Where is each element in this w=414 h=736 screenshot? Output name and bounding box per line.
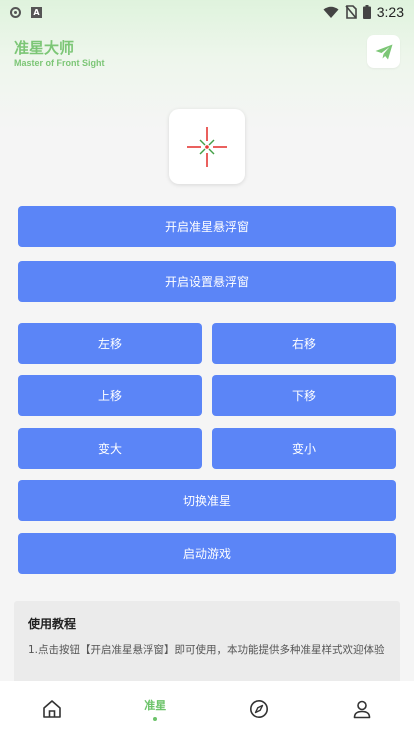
tutorial-text: 1.点击按钮【开启准星悬浮窗】即可使用，本功能提供多种准星样式欢迎体验 — [28, 644, 385, 656]
switch-crosshair-button[interactable]: 切换准星 — [18, 480, 396, 521]
app-subtitle: Master of Front Sight — [14, 58, 105, 68]
crosshair-preview[interactable] — [169, 109, 245, 184]
nav-item-crosshair[interactable]: 准星 — [104, 681, 208, 736]
no-sim-icon — [345, 5, 357, 19]
nav-item-profile[interactable] — [311, 681, 414, 736]
notification-circle-icon — [10, 6, 21, 18]
tutorial-title: 使用教程 — [28, 617, 77, 631]
status-bar: A 3:23 — [0, 0, 414, 24]
move-right-button[interactable]: 右移 — [212, 323, 396, 364]
send-button[interactable] — [367, 35, 400, 68]
move-up-button[interactable]: 上移 — [18, 375, 202, 416]
move-down-button[interactable]: 下移 — [212, 375, 396, 416]
launch-game-button[interactable]: 启动游戏 — [18, 533, 396, 574]
shrink-button[interactable]: 变小 — [212, 428, 396, 469]
nav-crosshair-label: 准星 — [144, 698, 167, 712]
app-title: 准星大师 — [14, 39, 75, 57]
nav-active-dot — [153, 716, 158, 721]
home-icon — [42, 699, 61, 718]
nav-item-home[interactable] — [0, 681, 104, 736]
nav-item-discover[interactable] — [207, 681, 311, 736]
tutorial-card: 使用教程 1.点击按钮【开启准星悬浮窗】即可使用，本功能提供多种准星样式欢迎体验 — [14, 601, 400, 691]
send-icon — [375, 44, 392, 59]
enlarge-button[interactable]: 变大 — [18, 428, 202, 469]
bottom-nav: 准星 — [0, 681, 414, 736]
user-icon — [353, 700, 371, 718]
battery-icon — [362, 5, 371, 19]
crosshair-icon — [187, 126, 227, 167]
compass-icon — [249, 699, 268, 718]
move-left-button[interactable]: 左移 — [18, 323, 202, 364]
open-crosshair-float-button[interactable]: 开启准星悬浮窗 — [18, 206, 396, 247]
a-app-icon: A — [31, 6, 42, 18]
wifi-icon — [323, 6, 339, 18]
status-time: 3:23 — [376, 4, 404, 20]
open-settings-float-button[interactable]: 开启设置悬浮窗 — [18, 261, 396, 302]
